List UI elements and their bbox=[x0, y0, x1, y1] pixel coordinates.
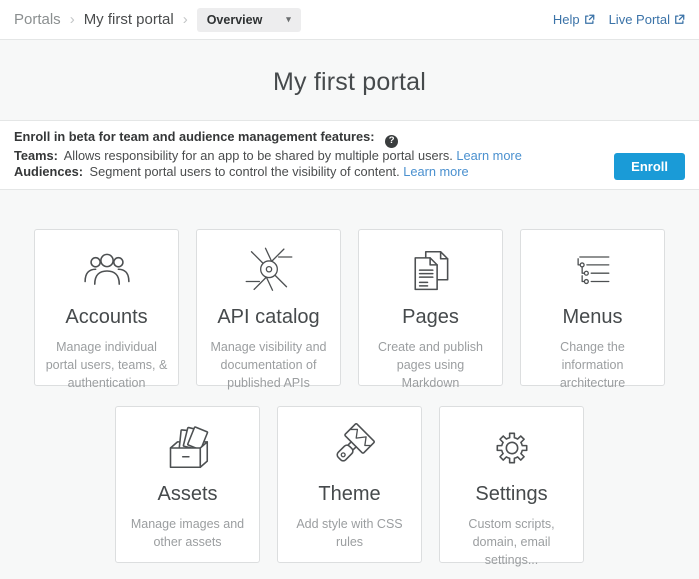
beta-banner-heading-row: Enroll in beta for team and audience man… bbox=[14, 129, 522, 148]
view-selector-dropdown[interactable]: Overview ▾ bbox=[197, 8, 301, 32]
view-selector-label: Overview bbox=[207, 13, 263, 27]
card-settings[interactable]: Settings Custom scripts, domain, email s… bbox=[439, 406, 584, 563]
beta-banner: Enroll in beta for team and audience man… bbox=[0, 120, 699, 190]
documents-icon bbox=[359, 243, 502, 299]
card-accounts[interactable]: Accounts Manage individual portal users,… bbox=[34, 229, 179, 386]
beta-banner-heading: Enroll in beta for team and audience man… bbox=[14, 129, 375, 144]
teams-learn-more-link[interactable]: Learn more bbox=[456, 148, 521, 163]
cards-row-2: Assets Manage images and other assets Th… bbox=[0, 406, 699, 563]
breadcrumb-portals-link[interactable]: Portals bbox=[14, 11, 61, 28]
audiences-learn-more-link[interactable]: Learn more bbox=[403, 164, 468, 179]
top-bar: Portals › My first portal › Overview ▾ H… bbox=[0, 0, 699, 40]
chevron-right-icon: › bbox=[183, 12, 188, 27]
breadcrumb-portal-name-link[interactable]: My first portal bbox=[84, 11, 174, 28]
live-portal-link-label: Live Portal bbox=[609, 12, 670, 27]
beta-banner-teams-row: Teams: Allows responsibility for an app … bbox=[14, 148, 522, 164]
card-description: Change the information architecture bbox=[521, 338, 664, 392]
card-title: API catalog bbox=[197, 306, 340, 329]
external-link-icon bbox=[674, 14, 685, 25]
teams-text: Allows responsibility for an app to be s… bbox=[64, 148, 453, 163]
cards-row-1: Accounts Manage individual portal users,… bbox=[0, 229, 699, 386]
card-title: Menus bbox=[521, 306, 664, 329]
card-description: Add style with CSS rules bbox=[278, 515, 421, 551]
live-portal-link[interactable]: Live Portal bbox=[609, 12, 685, 27]
card-description: Manage visibility and documentation of p… bbox=[197, 338, 340, 392]
chevron-right-icon: › bbox=[70, 12, 75, 27]
chevron-down-icon: ▾ bbox=[286, 15, 291, 24]
audiences-text: Segment portal users to control the visi… bbox=[90, 164, 400, 179]
page-title: My first portal bbox=[0, 40, 699, 98]
breadcrumb: Portals › My first portal › Overview ▾ bbox=[14, 8, 301, 32]
card-pages[interactable]: Pages Create and publish pages using Mar… bbox=[358, 229, 503, 386]
card-description: Create and publish pages using Markdown bbox=[359, 338, 502, 392]
hierarchy-list-icon bbox=[521, 243, 664, 299]
card-theme[interactable]: Theme Add style with CSS rules bbox=[277, 406, 422, 563]
card-description: Manage images and other assets bbox=[116, 515, 259, 551]
beta-banner-audiences-row: Audiences: Segment portal users to contr… bbox=[14, 164, 522, 180]
teams-term: Teams: bbox=[14, 148, 58, 163]
turbine-icon bbox=[197, 243, 340, 299]
paintbrush-icon bbox=[278, 420, 421, 476]
top-links: Help Live Portal bbox=[553, 12, 685, 27]
beta-banner-text: Enroll in beta for team and audience man… bbox=[14, 129, 522, 180]
audiences-term: Audiences: bbox=[14, 164, 83, 179]
external-link-icon bbox=[584, 14, 595, 25]
card-assets[interactable]: Assets Manage images and other assets bbox=[115, 406, 260, 563]
help-tooltip-icon[interactable]: ? bbox=[385, 135, 398, 148]
card-title: Pages bbox=[359, 306, 502, 329]
card-title: Settings bbox=[440, 483, 583, 506]
archive-box-icon bbox=[116, 420, 259, 476]
people-icon bbox=[35, 243, 178, 299]
card-description: Manage individual portal users, teams, &… bbox=[35, 338, 178, 392]
gear-icon bbox=[440, 420, 583, 476]
help-link-label: Help bbox=[553, 12, 580, 27]
card-menus[interactable]: Menus Change the information architectur… bbox=[520, 229, 665, 386]
enroll-button[interactable]: Enroll bbox=[614, 153, 685, 180]
card-title: Theme bbox=[278, 483, 421, 506]
card-api-catalog[interactable]: API catalog Manage visibility and docume… bbox=[196, 229, 341, 386]
card-title: Assets bbox=[116, 483, 259, 506]
help-link[interactable]: Help bbox=[553, 12, 595, 27]
cards-grid: Accounts Manage individual portal users,… bbox=[0, 229, 699, 563]
card-description: Custom scripts, domain, email settings..… bbox=[440, 515, 583, 569]
card-title: Accounts bbox=[35, 306, 178, 329]
